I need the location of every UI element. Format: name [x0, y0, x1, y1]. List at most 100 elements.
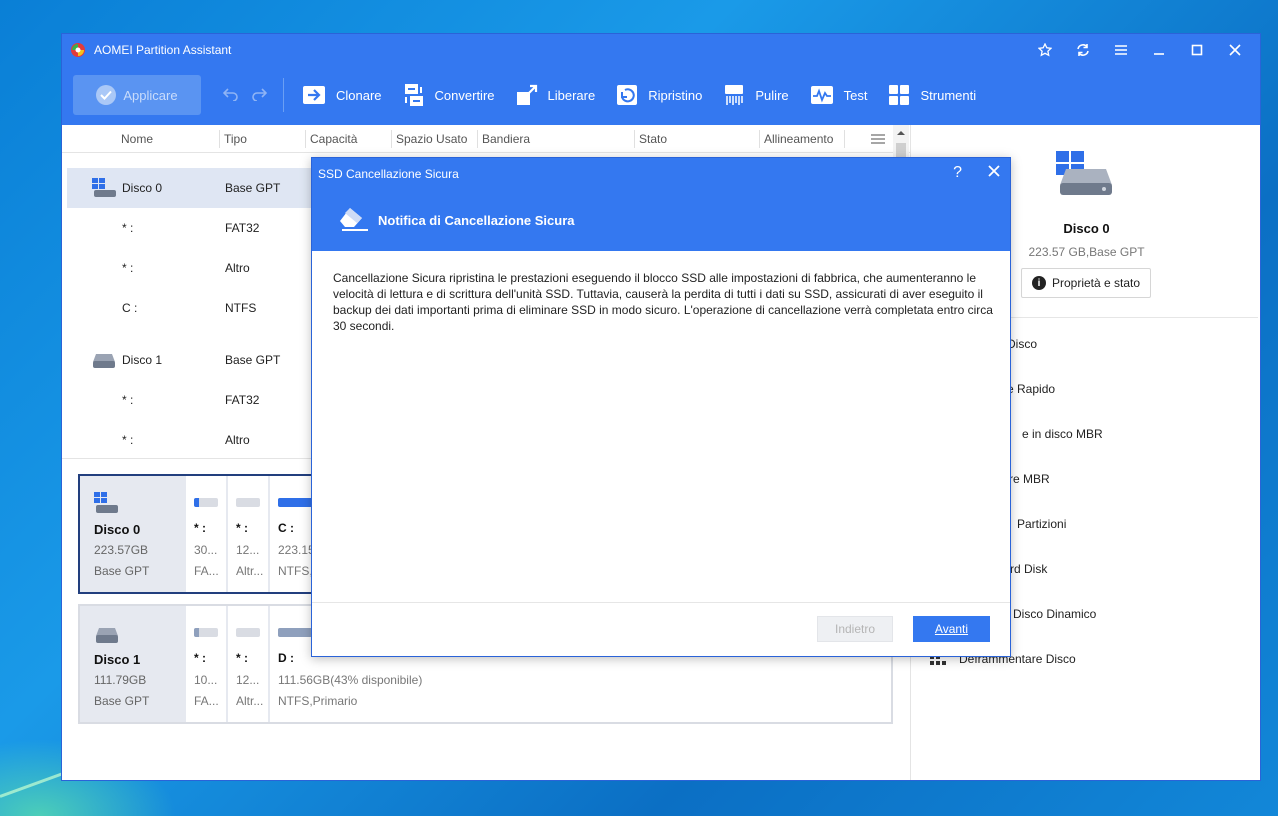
eraser-icon — [338, 206, 370, 235]
op-item[interactable]: Disco Dinamico — [1013, 607, 1096, 621]
row-type: NTFS — [225, 301, 257, 315]
undo-icon[interactable] — [222, 87, 239, 104]
title-bar: AOMEI Partition Assistant — [62, 34, 1260, 65]
back-button[interactable]: Indietro — [817, 616, 893, 642]
op-item[interactable]: rd Disk — [1010, 562, 1047, 576]
test-icon — [810, 86, 833, 104]
test-label: Test — [843, 87, 868, 103]
clone-button[interactable]: Clonare — [302, 84, 382, 106]
disk-icon — [94, 492, 120, 517]
col-header-used[interactable]: Spazio Usato — [396, 132, 467, 146]
menu-icon[interactable] — [1102, 34, 1140, 65]
dialog-message: Cancellazione Sicura ripristina le prest… — [333, 271, 993, 333]
op-item[interactable]: e in disco MBR — [1022, 427, 1103, 441]
wipe-icon — [725, 85, 744, 105]
minimize-icon[interactable] — [1140, 34, 1178, 65]
disk-icon — [94, 622, 120, 647]
redo-icon[interactable] — [251, 87, 268, 104]
partition-label: * : — [236, 651, 248, 665]
disk-card-type: Base GPT — [94, 564, 150, 578]
test-button[interactable]: Test — [810, 85, 868, 105]
partition-fs: Altr... — [236, 564, 264, 578]
row-type: Altro — [225, 433, 250, 447]
close-icon[interactable] — [988, 165, 1000, 180]
convert-icon — [404, 84, 423, 106]
row-type: FAT32 — [225, 221, 260, 235]
partition-fs: FA... — [194, 694, 219, 708]
dialog-footer: Indietro Avanti — [312, 602, 1010, 656]
op-item[interactable]: re MBR — [1009, 472, 1050, 486]
close-icon[interactable] — [1216, 34, 1254, 65]
refresh-icon[interactable] — [1064, 34, 1102, 65]
tools-label: Strumenti — [920, 87, 977, 103]
partition-block[interactable]: * : 12... Altr... — [226, 606, 268, 722]
convert-button[interactable]: Convertire — [403, 83, 495, 107]
disk-card-name: Disco 1 — [94, 652, 141, 667]
row-name: C : — [122, 301, 138, 315]
disk-card-type: Base GPT — [94, 694, 150, 708]
apply-button[interactable]: Applicare — [73, 75, 201, 115]
partition-fs: NTFS, — [278, 564, 313, 578]
restore-icon — [617, 85, 638, 105]
col-header-type[interactable]: Tipo — [224, 132, 247, 146]
partition-size: 10... — [194, 673, 218, 687]
free-space-icon — [516, 84, 537, 105]
toolbar: Applicare Clonare Convertire Liberare Ri… — [62, 65, 1260, 125]
row-name: Disco 0 — [122, 181, 163, 195]
convert-label: Convertire — [434, 87, 495, 103]
row-type: FAT32 — [225, 393, 260, 407]
maximize-icon[interactable] — [1178, 34, 1216, 65]
list-header: Nome Tipo Capacità Spazio Usato Bandiera… — [62, 125, 910, 153]
free-label: Liberare — [547, 87, 596, 103]
partition-size: 223.15 — [278, 543, 315, 557]
op-item[interactable]: Disco — [1007, 337, 1037, 351]
row-name: Disco 1 — [122, 353, 163, 367]
restore-button[interactable]: Ripristino — [616, 84, 702, 106]
row-name: * : — [122, 433, 134, 447]
help-icon[interactable]: ? — [953, 164, 962, 182]
app-logo-icon — [70, 42, 86, 58]
partition-size: 12... — [236, 543, 260, 557]
disk-card-size: 111.79GB — [94, 673, 147, 687]
dialog-title-bar: SSD Cancellazione Sicura ? — [312, 158, 1010, 190]
disk-icon — [1054, 149, 1114, 204]
partition-block[interactable]: * : 12... Altr... — [226, 476, 268, 592]
partition-fs: NTFS,Primario — [278, 694, 358, 708]
row-type: Base GPT — [225, 181, 281, 195]
partition-label: C : — [278, 521, 294, 535]
partition-fs: FA... — [194, 564, 219, 578]
wipe-button[interactable]: Pulire — [723, 84, 789, 106]
partition-block[interactable]: * : 10... FA... — [184, 606, 226, 722]
column-settings-icon[interactable] — [870, 133, 886, 148]
row-type: Base GPT — [225, 353, 281, 367]
col-header-status[interactable]: Stato — [639, 132, 667, 146]
col-header-alignment[interactable]: Allineamento — [764, 132, 833, 146]
defrag-icon — [930, 655, 946, 672]
clone-icon — [303, 86, 325, 104]
disk-card-info: Disco 1 111.79GB Base GPT — [80, 606, 184, 722]
row-name: * : — [122, 221, 134, 235]
row-name: * : — [122, 261, 134, 275]
check-icon — [96, 85, 117, 105]
properties-button[interactable]: i Proprietà e stato — [1021, 268, 1151, 298]
partition-block[interactable]: * : 30... FA... — [184, 476, 226, 592]
clone-label: Clonare — [336, 87, 382, 103]
partition-size: 12... — [236, 673, 260, 687]
partition-label: * : — [236, 521, 248, 535]
app-title: AOMEI Partition Assistant — [94, 42, 232, 57]
partition-size: 30... — [194, 543, 218, 557]
star-icon[interactable] — [1026, 34, 1064, 65]
info-icon: i — [1031, 276, 1046, 290]
col-header-name[interactable]: Nome — [121, 132, 153, 146]
apply-label: Applicare — [123, 87, 178, 103]
disk-icon — [92, 178, 116, 201]
free-button[interactable]: Liberare — [516, 84, 596, 106]
op-item[interactable]: e Rapido — [1007, 382, 1055, 396]
op-item[interactable]: Partizioni — [1017, 517, 1066, 531]
col-header-flag[interactable]: Bandiera — [482, 132, 530, 146]
partition-label: * : — [194, 651, 206, 665]
toolbar-separator — [283, 78, 284, 112]
col-header-capacity[interactable]: Capacità — [310, 132, 357, 146]
next-button[interactable]: Avanti — [913, 616, 990, 642]
tools-button[interactable]: Strumenti — [888, 84, 976, 106]
